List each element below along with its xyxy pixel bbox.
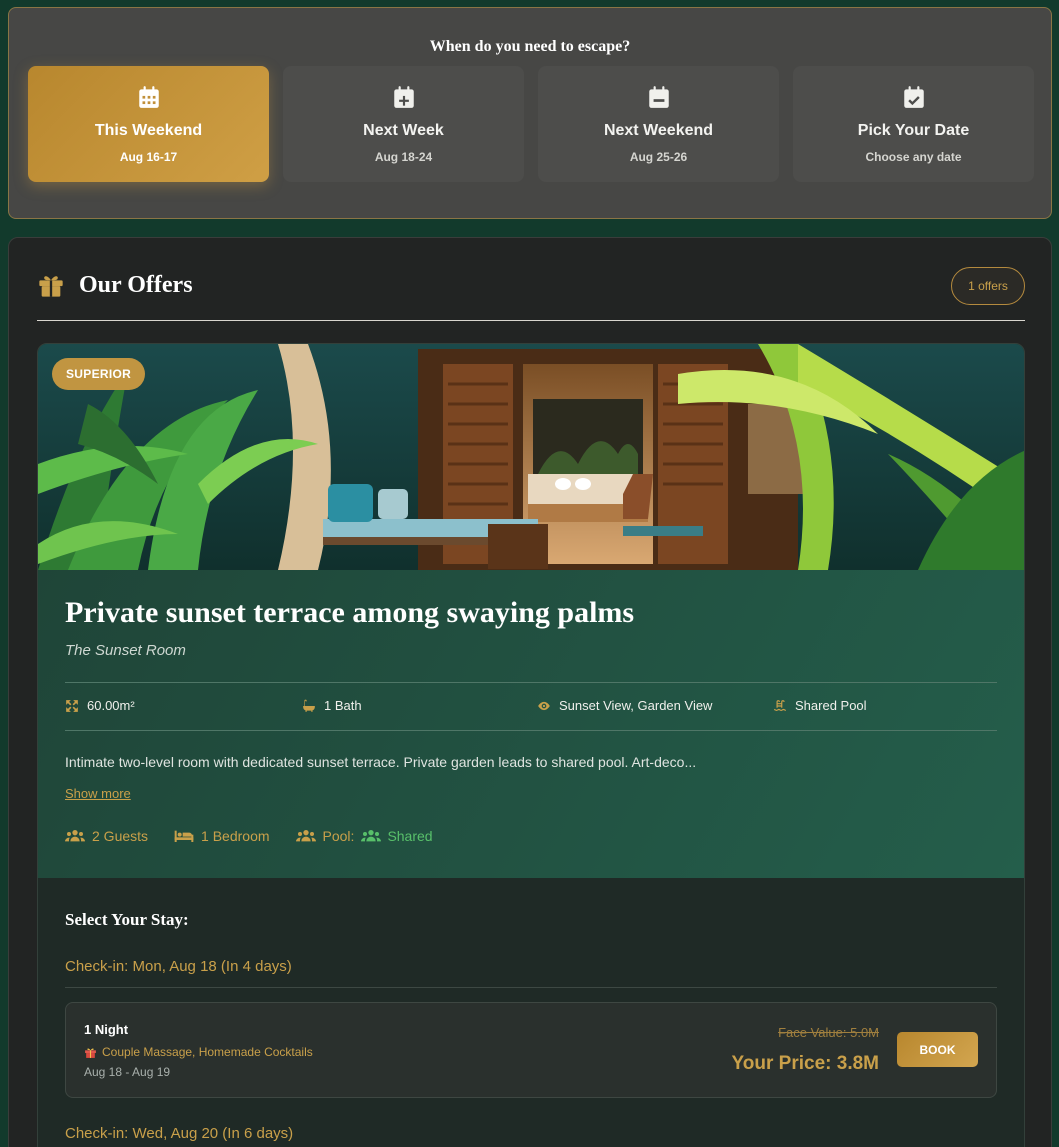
date-option-label: Pick Your Date — [857, 122, 970, 139]
date-option-label: This Weekend — [94, 122, 203, 139]
room-title: Private sunset terrace among swaying pal… — [65, 596, 635, 629]
feature-pool: Shared Pool — [773, 698, 867, 713]
room-photo-illustration — [38, 344, 1024, 570]
tag-pool-value: Shared — [361, 828, 433, 844]
gift-icon — [39, 276, 63, 297]
divider — [65, 730, 997, 731]
stay-option: 1 Night Couple Massage, Homemade Cocktai… — [65, 1002, 997, 1098]
tag-bedroom-text: 1 Bedroom — [201, 828, 270, 844]
date-picker-panel: When do you need to escape? This Weekend… — [8, 7, 1052, 219]
show-more-link[interactable]: Show more — [65, 786, 131, 801]
checkin-heading: Check-in: Wed, Aug 20 (In 6 days) — [65, 1125, 294, 1142]
room-info: Private sunset terrace among swaying pal… — [38, 570, 1024, 878]
calendar-check-icon — [903, 86, 924, 108]
users-icon — [361, 830, 382, 842]
tag-pool: Pool: Shared — [295, 828, 433, 844]
room-tags: 2 Guests 1 Bedroom Pool: Shared — [65, 828, 433, 844]
stay-dates: Aug 18 - Aug 19 — [84, 1065, 171, 1079]
date-option-range: Aug 16-17 — [119, 150, 178, 164]
room-tier-badge: SUPERIOR — [52, 358, 146, 390]
divider — [65, 987, 997, 988]
date-option-next-weekend[interactable]: Next Weekend Aug 25-26 — [538, 66, 779, 182]
bed-icon — [174, 830, 194, 842]
feature-area: 60.00m² — [65, 698, 135, 713]
feature-view: Sunset View, Garden View — [537, 698, 712, 713]
checkin-heading: Check-in: Mon, Aug 18 (In 4 days) — [65, 958, 292, 975]
users-icon — [65, 830, 85, 842]
date-option-range: Aug 25-26 — [629, 150, 688, 164]
tag-guests-text: 2 Guests — [92, 828, 149, 844]
gift-icon — [85, 1047, 96, 1058]
feature-text: Shared Pool — [795, 698, 867, 713]
stay-perks: Couple Massage, Homemade Cocktails — [84, 1045, 313, 1059]
date-option-next-week[interactable]: Next Week Aug 18-24 — [283, 66, 524, 182]
date-option-label: Next Week — [363, 122, 444, 139]
calendar-grid-icon — [138, 86, 159, 108]
feature-text: 60.00m² — [87, 698, 135, 713]
date-option-label: Next Weekend — [603, 122, 714, 139]
feature-text: 1 Bath — [324, 698, 362, 713]
book-button[interactable]: BOOK — [897, 1032, 978, 1067]
date-option-range: Choose any date — [865, 150, 962, 164]
room-name: The Sunset Room — [65, 642, 186, 659]
stay-nights: 1 Night — [84, 1022, 129, 1037]
date-option-range: Aug 18-24 — [374, 150, 433, 164]
room-photo: SUPERIOR — [38, 344, 1024, 570]
your-price: Your Price: 3.8M — [731, 1053, 879, 1074]
tag-pool-value-text: Shared — [387, 828, 433, 844]
stay-selector: Select Your Stay: Check-in: Mon, Aug 18 … — [38, 878, 1024, 1147]
feature-bath: 1 Bath — [302, 698, 362, 713]
offers-title: Our Offers — [79, 272, 193, 298]
tag-bedroom: 1 Bedroom — [174, 828, 270, 844]
calendar-plus-icon — [393, 86, 414, 108]
pool-icon — [774, 699, 786, 711]
room-description: Intimate two-level room with dedicated s… — [65, 754, 697, 770]
bath-icon — [303, 699, 315, 712]
area-icon — [66, 699, 78, 712]
offers-divider — [37, 320, 1025, 321]
tag-pool-label: Pool: — [322, 828, 355, 844]
feature-text: Sunset View, Garden View — [559, 698, 713, 713]
offers-count-badge: 1 offers — [951, 267, 1025, 305]
face-value: Face Value: 5.0M — [778, 1025, 879, 1040]
offer-card: SUPERIOR Private sunset terrace among sw… — [37, 343, 1025, 1147]
calendar-minus-icon — [648, 86, 669, 108]
stay-title: Select Your Stay: — [65, 910, 189, 929]
eye-icon — [538, 701, 550, 710]
tag-guests: 2 Guests — [65, 828, 148, 844]
stay-perks-text: Couple Massage, Homemade Cocktails — [102, 1045, 313, 1059]
offers-panel: Our Offers 1 offers SUPERIOR Private sun… — [8, 237, 1052, 1147]
divider — [65, 682, 997, 683]
date-picker-title: When do you need to escape? — [429, 38, 631, 55]
date-option-this-weekend[interactable]: This Weekend Aug 16-17 — [28, 66, 269, 182]
users-icon — [295, 830, 316, 842]
date-option-pick-your-date[interactable]: Pick Your Date Choose any date — [793, 66, 1034, 182]
